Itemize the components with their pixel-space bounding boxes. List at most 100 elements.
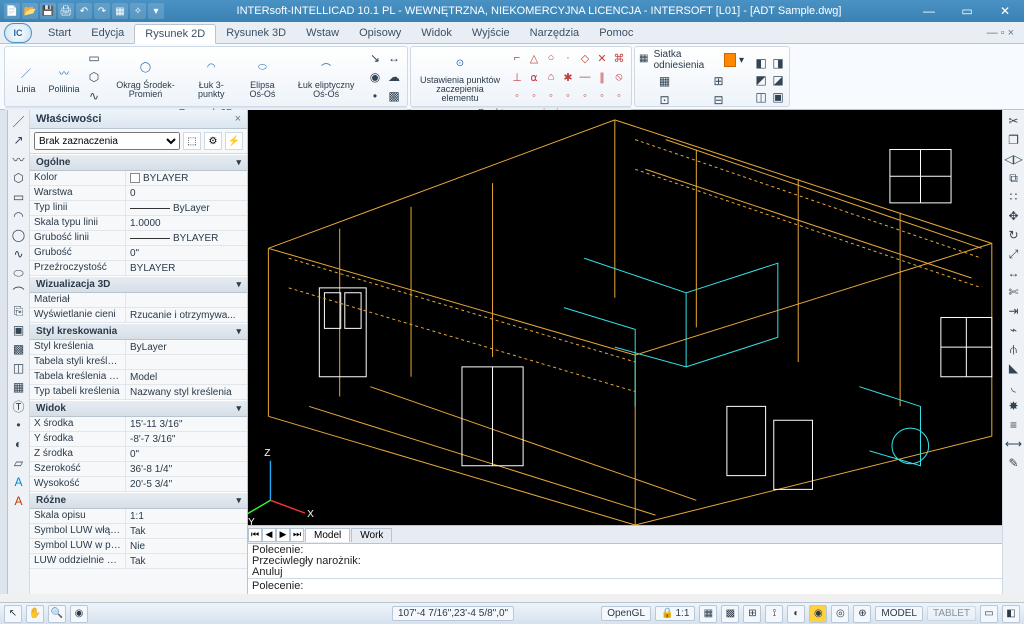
tool-polygon-icon[interactable]: ⬡ <box>10 169 28 187</box>
tool-line-icon[interactable]: ／ <box>10 112 28 130</box>
snap-perp-icon[interactable]: ⊥ <box>509 68 525 86</box>
tab-wyjscie[interactable]: Wyjście <box>462 24 520 42</box>
qat-redo-icon[interactable]: ↷ <box>94 3 110 19</box>
minimize-button[interactable]: — <box>910 0 948 22</box>
prop-row[interactable]: Typ linii ByLayer <box>30 201 247 216</box>
snap-cen-icon[interactable]: ○ <box>543 49 559 67</box>
mod-fillet-icon[interactable]: ◟ <box>1005 378 1023 396</box>
snap-r1-icon[interactable]: ◦ <box>509 87 525 105</box>
tab-wstaw[interactable]: Wstaw <box>296 24 349 42</box>
prop-row[interactable]: Tabela kreślenia doł...Model <box>30 370 247 385</box>
snap-r4-icon[interactable]: ◦ <box>560 87 576 105</box>
prop-row[interactable]: LUW oddzielnie dla k...Tak <box>30 554 247 569</box>
tab-widok[interactable]: Widok <box>411 24 462 42</box>
tool-xline-icon[interactable]: ↗ <box>10 131 28 149</box>
snap-ext-icon[interactable]: — <box>577 68 593 86</box>
mod-copy-icon[interactable]: ❐ <box>1005 131 1023 149</box>
circle-button[interactable]: ◯Okrąg Środek-Promień <box>107 55 184 100</box>
tool-circle-icon[interactable]: ◯ <box>10 226 28 244</box>
prop-row[interactable]: Skala typu linii1.0000 <box>30 216 247 231</box>
tool-boundary-icon[interactable]: ▱ <box>10 454 28 472</box>
mod-chamfer-icon[interactable]: ◣ <box>1005 359 1023 377</box>
donut-icon[interactable]: ◉ <box>366 68 384 86</box>
qat-layers-icon[interactable]: ▦ <box>112 3 128 19</box>
status-s2-icon[interactable]: ▩ <box>721 605 739 623</box>
poly-icon[interactable]: ⬡ <box>85 68 103 86</box>
prop-row[interactable]: X środka15'-11 3/16" <box>30 417 247 432</box>
app-button[interactable]: IC <box>4 23 32 43</box>
tab-rysunek2d[interactable]: Rysunek 2D <box>134 24 216 44</box>
grid-ref-checkbox[interactable]: ▦Siatka odniesienia▾ <box>639 49 744 71</box>
tool-ellarc-icon[interactable]: ⌒ <box>10 283 28 301</box>
mod-trim-icon[interactable]: ✄ <box>1005 283 1023 301</box>
snap-node-icon[interactable]: · <box>560 49 576 67</box>
set-e-icon[interactable]: ◫ <box>752 88 770 106</box>
status-zoom-icon[interactable]: 🔍 <box>48 605 66 623</box>
snap-mid-icon[interactable]: △ <box>526 49 542 67</box>
mod-rotate-icon[interactable]: ↻ <box>1005 226 1023 244</box>
prop-row[interactable]: Styl kreśleniaByLayer <box>30 340 247 355</box>
prop-row[interactable]: Tabela styli kreślenia <box>30 355 247 370</box>
mod-array-icon[interactable]: ∷ <box>1005 188 1023 206</box>
status-s3-icon[interactable]: ⊞ <box>743 605 761 623</box>
status-s6-icon[interactable]: ◉ <box>809 605 827 623</box>
status-s7-icon[interactable]: ◎ <box>831 605 849 623</box>
tool-block-icon[interactable]: ▣ <box>10 321 28 339</box>
set-osnap-icon[interactable]: ⊡ <box>656 91 674 109</box>
status-opengl[interactable]: OpenGL <box>601 606 651 621</box>
prop-row[interactable]: Materiał <box>30 293 247 308</box>
mod-explode-icon[interactable]: ✸ <box>1005 397 1023 415</box>
panel-grip-left[interactable] <box>0 110 8 594</box>
line-button[interactable]: ／Linia <box>9 59 43 95</box>
prop-row[interactable]: Warstwa0 <box>30 186 247 201</box>
qat-print-icon[interactable]: 🖨 <box>58 3 74 19</box>
status-s5-icon[interactable]: ◐ <box>787 605 805 623</box>
status-model[interactable]: MODEL <box>875 606 923 621</box>
elliptical-arc-button[interactable]: ⌒Łuk eliptyczny Oś-Oś <box>290 55 362 100</box>
tool-spline-icon[interactable]: ∿ <box>10 245 28 263</box>
hatch-icon[interactable]: ▩ <box>385 87 403 105</box>
xline-icon[interactable]: ↔ <box>385 49 403 67</box>
set-c-icon[interactable]: ◩ <box>752 71 770 89</box>
prop-row[interactable]: Z środka0" <box>30 447 247 462</box>
prop-group-misc[interactable]: Różne▾ <box>30 492 247 509</box>
snap-none-icon[interactable]: ⦸ <box>611 68 627 86</box>
tool-ellipse-icon[interactable]: ⬭ <box>10 264 28 282</box>
prop-filter-icon[interactable]: ⚙ <box>204 132 222 150</box>
mod-mirror-icon[interactable]: ◁▷ <box>1005 150 1023 168</box>
ray-icon[interactable]: ↘ <box>366 49 384 67</box>
prop-row[interactable]: KolorBYLAYER <box>30 171 247 186</box>
prop-row[interactable]: Skala opisu1:1 <box>30 509 247 524</box>
prop-row[interactable]: Wyświetlanie cieniRzucanie i otrzymywa..… <box>30 308 247 323</box>
prop-row[interactable]: Y środka-8'-7 3/16" <box>30 432 247 447</box>
mod-edit-icon[interactable]: ✎ <box>1005 454 1023 472</box>
status-pan-icon[interactable]: ✋ <box>26 605 44 623</box>
maximize-button[interactable]: ▭ <box>948 0 986 22</box>
snap-app-icon[interactable]: ✱ <box>560 68 576 86</box>
tool-rect-icon[interactable]: ▭ <box>10 188 28 206</box>
mod-move-icon[interactable]: ✥ <box>1005 207 1023 225</box>
snap-end-icon[interactable]: ⌐ <box>509 49 525 67</box>
prop-row[interactable]: Grubość0" <box>30 246 247 261</box>
selection-selector[interactable]: Brak zaznaczenia <box>34 132 180 150</box>
tool-revcloud-icon[interactable]: A <box>10 492 28 510</box>
mod-break-icon[interactable]: ⌁ <box>1005 321 1023 339</box>
set-d-icon[interactable]: ◪ <box>769 71 787 89</box>
mod-join-icon[interactable]: ⫛ <box>1005 340 1023 358</box>
snap-int-icon[interactable]: ✕ <box>594 49 610 67</box>
polyline-button[interactable]: 〰Polilinia <box>47 59 81 95</box>
tab-narzedzia[interactable]: Narzędzia <box>520 24 590 42</box>
tool-arc-icon[interactable]: ◠ <box>10 207 28 225</box>
qat-new-icon[interactable]: 📄 <box>4 3 20 19</box>
set-a-icon[interactable]: ◧ <box>752 54 770 72</box>
ellipse-button[interactable]: ⬭Elipsa Oś-Oś <box>239 55 287 100</box>
set-f-icon[interactable]: ▣ <box>769 88 787 106</box>
snap-r7-icon[interactable]: ◦ <box>611 87 627 105</box>
tool-wipeout-icon[interactable]: A <box>10 473 28 491</box>
qat-open-icon[interactable]: 📂 <box>22 3 38 19</box>
qat-epxlode-icon[interactable]: ✧ <box>130 3 146 19</box>
snap-r2-icon[interactable]: ◦ <box>526 87 542 105</box>
status-s8-icon[interactable]: ⊕ <box>853 605 871 623</box>
prop-row[interactable]: Grubość linii BYLAYER <box>30 231 247 246</box>
tool-point-icon[interactable]: • <box>10 416 28 434</box>
